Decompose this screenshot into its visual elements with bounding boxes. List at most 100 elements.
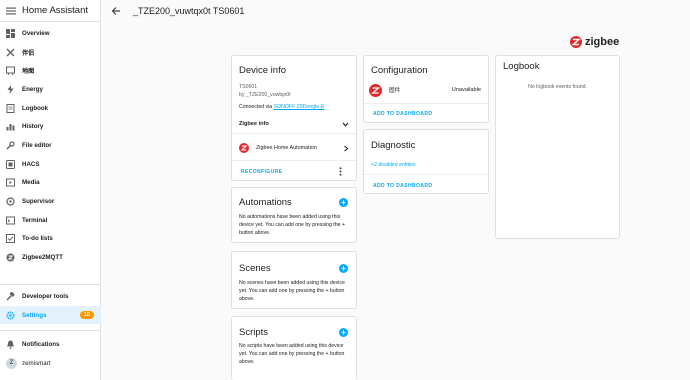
bell-icon	[7, 340, 14, 349]
sidebar-item-label: Energy	[22, 85, 43, 93]
todo-icon	[6, 234, 15, 244]
sidebar-item-tools[interactable]: 伴侣	[0, 43, 100, 62]
hammer-icon	[6, 291, 15, 301]
zigbee-logo-text: zigbee	[585, 36, 620, 48]
media-icon	[6, 178, 15, 187]
logbook-title: Logbook	[503, 61, 540, 72]
scripts-text: No scripts have been added using this de…	[239, 343, 345, 365]
sidebar-item-logbook[interactable]: Logbook	[0, 99, 100, 118]
user-name: zemismart	[22, 359, 51, 367]
zigbee-logo-icon	[570, 36, 582, 48]
sidebar-item-todo[interactable]: To-do lists	[0, 230, 100, 249]
sidebar-item-label: Settings	[22, 311, 47, 319]
sidebar-header: Home Assistant	[0, 0, 100, 22]
sidebar-item-label: 地图	[22, 68, 35, 76]
sidebar-nav: Overview 伴侣 地图 Energy Logbook History Fi…	[0, 22, 100, 267]
zigbee-info-label: Zigbee info	[239, 121, 269, 127]
zha-icon	[239, 143, 249, 153]
sidebar-item-label: Notifications	[22, 340, 60, 348]
add-scene-button[interactable]: +	[339, 264, 348, 273]
sidebar-item-label: Terminal	[22, 216, 48, 224]
chevron-right-icon	[344, 145, 349, 151]
integration-row[interactable]: Zigbee Home Automation	[239, 142, 349, 154]
automations-title: Automations	[239, 197, 292, 208]
configuration-card: Configuration 固件 Unavailable ADD TO DASH…	[363, 55, 489, 123]
chevron-down-icon	[342, 122, 349, 127]
configuration-title: Configuration	[371, 65, 428, 76]
sidebar-item-history[interactable]: History	[0, 117, 100, 136]
sidebar-item-label: History	[22, 123, 44, 131]
scenes-card: Scenes + No scenes have been added using…	[231, 251, 357, 309]
disabled-entities-link[interactable]: +2 disabled entities	[371, 162, 416, 168]
automations-card: Automations + No automations have been a…	[231, 187, 357, 243]
divider	[232, 133, 356, 134]
app-title: Home Assistant	[22, 5, 88, 16]
sidebar-item-terminal[interactable]: Terminal	[0, 211, 100, 230]
device-model: TS0601	[239, 84, 258, 90]
terminal-icon	[6, 216, 15, 225]
sidebar-item-supervisor[interactable]: Supervisor	[0, 192, 100, 211]
zigbee-icon	[6, 253, 15, 262]
sidebar-item-map[interactable]: 地图	[0, 61, 100, 80]
supervisor-icon	[6, 197, 15, 206]
sidebar-item-media[interactable]: Media	[0, 174, 100, 193]
entity-name: 固件	[389, 88, 401, 94]
connected-via: Connected via SONOFF Z8Dongle-E	[239, 104, 324, 110]
logbook-empty-text: No logbook events found.	[528, 84, 587, 90]
connected-prefix: Connected via	[239, 104, 273, 110]
scripts-title: Scripts	[239, 327, 269, 338]
divider	[364, 174, 488, 175]
scenes-title: Scenes	[239, 263, 271, 274]
device-info-title: Device info	[239, 65, 286, 76]
sidebar-item-file-editor[interactable]: File editor	[0, 136, 100, 155]
map-icon	[6, 66, 15, 76]
sidebar-divider	[0, 284, 101, 285]
sidebar-item-label: To-do lists	[22, 235, 53, 243]
logbook-icon	[6, 103, 15, 113]
scripts-card: Scripts + No scripts have been added usi…	[231, 316, 357, 380]
device-manufacturer: by _TZE200_vuwtqx0t	[239, 92, 291, 98]
sidebar-item-overview[interactable]: Overview	[0, 24, 100, 43]
sidebar-bottom-nav: Developer tools Settings 10	[0, 287, 101, 325]
diagnostic-title: Diagnostic	[371, 140, 416, 151]
gear-icon	[6, 311, 15, 320]
sidebar-item-label: Overview	[22, 29, 50, 37]
sidebar-divider	[0, 330, 101, 331]
sidebar-item-hacs[interactable]: HACS	[0, 155, 100, 174]
sidebar-item-settings[interactable]: Settings 10	[0, 305, 101, 325]
zigbee-info-row[interactable]: Zigbee info	[239, 118, 349, 130]
avatar: Z	[6, 357, 17, 369]
grid-icon	[6, 28, 15, 38]
connected-via-link[interactable]: SONOFF Z8Dongle-E	[274, 104, 325, 110]
tools-icon	[6, 48, 15, 57]
more-vert-icon[interactable]	[339, 167, 342, 176]
add-to-dashboard-button[interactable]: ADD TO DASHBOARD	[373, 111, 432, 117]
zigbee-logo: zigbee	[570, 36, 619, 48]
top-bar: _TZE200_vuwtqx0t TS0601	[101, 0, 690, 22]
divider	[364, 103, 488, 104]
reconfigure-button[interactable]: RECONFIGURE	[241, 169, 282, 175]
entity-row-firmware[interactable]: 固件 Unavailable	[369, 83, 481, 97]
sidebar-item-notifications[interactable]: Notifications	[0, 335, 101, 354]
sidebar: Home Assistant Overview 伴侣 地图 Energy Log…	[0, 0, 101, 380]
sidebar-item-zigbee2mqtt[interactable]: Zigbee2MQTT	[0, 248, 100, 267]
sidebar-item-developer-tools[interactable]: Developer tools	[0, 287, 101, 306]
sidebar-item-label: Logbook	[22, 104, 49, 112]
add-automation-button[interactable]: +	[339, 198, 348, 207]
sidebar-item-label: Zigbee2MQTT	[22, 254, 63, 262]
add-script-button[interactable]: +	[339, 328, 348, 337]
zha-icon	[369, 83, 382, 97]
add-to-dashboard-button[interactable]: ADD TO DASHBOARD	[373, 183, 432, 189]
sidebar-item-label: Developer tools	[22, 292, 69, 300]
sidebar-user-area: Notifications Z zemismart	[0, 335, 101, 372]
menu-icon[interactable]	[6, 6, 16, 16]
scenes-text: No scenes have been added using this dev…	[239, 280, 345, 302]
sidebar-item-label: Media	[22, 179, 40, 187]
integration-label: Zigbee Home Automation	[256, 145, 317, 151]
history-icon	[6, 124, 15, 131]
wrench-icon	[6, 141, 15, 150]
sidebar-item-user[interactable]: Z zemismart	[0, 354, 101, 373]
divider	[232, 160, 356, 161]
back-arrow-icon[interactable]	[111, 6, 121, 16]
sidebar-item-energy[interactable]: Energy	[0, 80, 100, 99]
